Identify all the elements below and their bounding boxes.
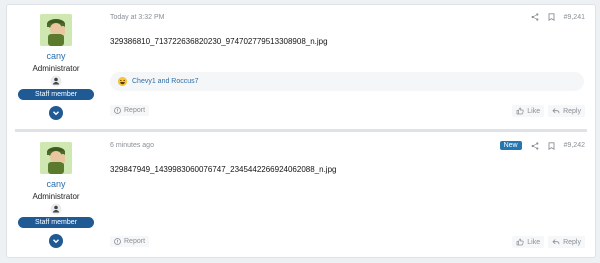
share-icon[interactable] bbox=[531, 141, 539, 150]
report-label: Report bbox=[124, 238, 146, 245]
user-status-icon bbox=[50, 75, 62, 87]
like-label: Like bbox=[527, 238, 541, 246]
post-number[interactable]: #9,241 bbox=[564, 14, 585, 21]
reactions-bar[interactable]: Chevy1 and Roccus7 bbox=[110, 72, 584, 91]
post-actions-bottom: Like Reply bbox=[512, 105, 585, 117]
like-label: Like bbox=[527, 107, 541, 115]
username[interactable]: cany bbox=[15, 51, 97, 61]
post-actions-top: New #9,242 bbox=[499, 141, 585, 150]
reply-label: Reply bbox=[563, 107, 581, 115]
report-button[interactable]: Report bbox=[110, 236, 150, 247]
reply-icon bbox=[552, 239, 560, 245]
chevron-down-icon bbox=[53, 111, 59, 116]
post-actions-top: #9,241 bbox=[531, 13, 585, 21]
user-status-icon bbox=[50, 203, 62, 215]
post-content: 329847949_1439983060076747_2345442266924… bbox=[110, 165, 337, 174]
post-number[interactable]: #9,242 bbox=[564, 142, 585, 149]
bookmark-icon[interactable] bbox=[548, 141, 555, 150]
thumbs-up-icon bbox=[516, 238, 524, 246]
avatar[interactable] bbox=[40, 14, 72, 46]
user-role: Administrator bbox=[32, 64, 80, 73]
like-button[interactable]: Like bbox=[512, 236, 545, 248]
reaction-users[interactable]: Chevy1 and Roccus7 bbox=[132, 78, 199, 85]
chevron-down-icon bbox=[53, 239, 59, 244]
reply-icon bbox=[552, 108, 560, 114]
share-icon[interactable] bbox=[531, 13, 539, 21]
username[interactable]: cany bbox=[15, 179, 97, 189]
report-label: Report bbox=[124, 107, 146, 114]
staff-badge: Staff member bbox=[18, 89, 94, 100]
user-role: Administrator bbox=[32, 192, 80, 201]
avatar[interactable] bbox=[40, 142, 72, 174]
like-button[interactable]: Like bbox=[512, 105, 545, 117]
laugh-reaction-icon bbox=[118, 77, 127, 86]
reply-button[interactable]: Reply bbox=[548, 105, 585, 117]
post-date[interactable]: Today at 3:32 PM bbox=[110, 14, 164, 21]
post-actions-bottom: Like Reply bbox=[512, 236, 585, 248]
post-date[interactable]: 6 minutes ago bbox=[110, 142, 154, 149]
post: cany Administrator Staff member 6 minute… bbox=[7, 133, 595, 257]
bookmark-icon[interactable] bbox=[548, 13, 555, 21]
post-content: 329386810_713722636820230_97470277951330… bbox=[110, 37, 328, 46]
report-button[interactable]: Report bbox=[110, 105, 150, 116]
thumbs-up-icon bbox=[516, 107, 524, 115]
staff-badge: Staff member bbox=[18, 217, 94, 228]
reply-button[interactable]: Reply bbox=[548, 236, 585, 248]
thread-container: cany Administrator Staff member Today at… bbox=[6, 4, 596, 258]
post-divider bbox=[15, 129, 587, 132]
expand-user-button[interactable] bbox=[49, 234, 63, 248]
new-badge: New bbox=[499, 141, 522, 150]
reply-label: Reply bbox=[563, 238, 581, 246]
post: cany Administrator Staff member Today at… bbox=[7, 5, 595, 130]
expand-user-button[interactable] bbox=[49, 106, 63, 120]
user-block: cany Administrator Staff member bbox=[15, 140, 97, 248]
alert-icon bbox=[114, 238, 121, 245]
user-block: cany Administrator Staff member bbox=[15, 12, 97, 120]
alert-icon bbox=[114, 107, 121, 114]
